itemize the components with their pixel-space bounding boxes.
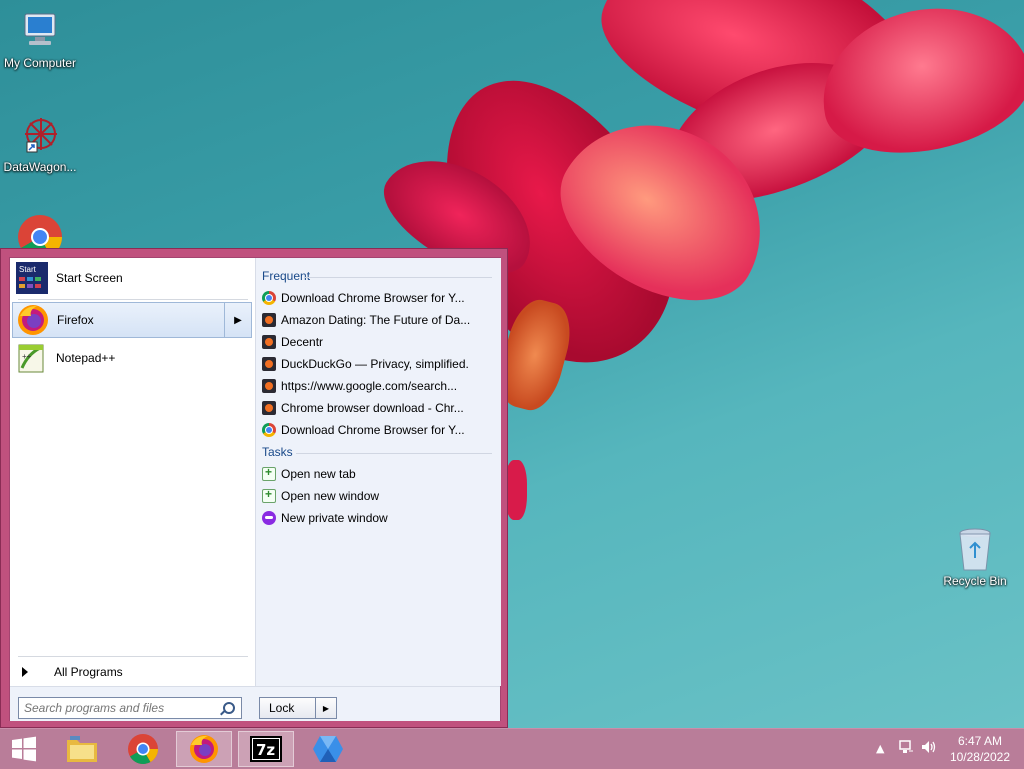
- search-box[interactable]: [18, 697, 242, 719]
- triangle-right-icon: [22, 667, 28, 677]
- start-menu: Start Start Screen Firefox ▶ ++ Notepad+…: [0, 248, 508, 728]
- start-button[interactable]: [0, 731, 48, 767]
- frequent-item[interactable]: Download Chrome Browser for Y...: [262, 420, 494, 440]
- chrome-icon: [262, 291, 276, 305]
- start-menu-footer: Lock ▶: [10, 686, 500, 721]
- tasks-header: Tasks: [262, 445, 293, 459]
- svg-text:Start: Start: [19, 265, 37, 274]
- frequent-item[interactable]: Download Chrome Browser for Y...: [262, 288, 494, 308]
- program-notepad-plus-plus[interactable]: ++ Notepad++: [12, 340, 252, 376]
- frequent-item-label: Chrome browser download - Chr...: [281, 401, 464, 415]
- divider: [296, 453, 492, 454]
- start-menu-programs: Start Start Screen Firefox ▶ ++ Notepad+…: [10, 258, 255, 686]
- system-clock[interactable]: 6:47 AM 10/28/2022: [950, 733, 1010, 765]
- submenu-arrow-icon[interactable]: ▶: [224, 303, 251, 337]
- show-hidden-icons-icon[interactable]: ▲: [876, 742, 884, 755]
- task-label: New private window: [281, 511, 388, 525]
- 7zip-icon: 7z: [250, 736, 282, 762]
- frequent-item-label: https://www.google.com/search...: [281, 379, 458, 393]
- frequent-item[interactable]: https://www.google.com/search...: [262, 376, 494, 396]
- search-input[interactable]: [19, 698, 219, 718]
- taskbar-firefox[interactable]: [176, 731, 232, 767]
- recycle-bin-icon: [952, 526, 998, 572]
- desktop-icon-label: My Computer: [3, 56, 77, 70]
- frequent-item-label: DuckDuckGo — Privacy, simplified.: [281, 357, 469, 371]
- private-window-icon: [262, 511, 276, 525]
- chrome-icon: [262, 423, 276, 437]
- divider: [304, 277, 492, 278]
- app-icon: [313, 736, 343, 762]
- taskbar-file-explorer[interactable]: [54, 731, 110, 767]
- frequent-item[interactable]: Amazon Dating: The Future of Da...: [262, 310, 494, 330]
- taskbar-chrome[interactable]: [115, 731, 171, 767]
- firefox-page-icon: [262, 379, 276, 393]
- lock-button[interactable]: Lock ▶: [259, 697, 337, 719]
- frequent-item-label: Amazon Dating: The Future of Da...: [281, 313, 471, 327]
- divider: [18, 656, 248, 657]
- all-programs-label: All Programs: [54, 665, 123, 679]
- new-tab-icon: [262, 465, 276, 481]
- frequent-item-label: Download Chrome Browser for Y...: [281, 423, 465, 437]
- program-label: Notepad++: [56, 351, 116, 365]
- frequent-item[interactable]: DuckDuckGo — Privacy, simplified.: [262, 354, 494, 374]
- notepad-plus-plus-icon: ++: [16, 342, 48, 374]
- frequent-item[interactable]: Chrome browser download - Chr...: [262, 398, 494, 418]
- wallpaper-petal: [505, 460, 527, 520]
- desktop-icon-recycle-bin[interactable]: Recycle Bin: [935, 526, 1015, 588]
- file-explorer-icon: [67, 736, 97, 762]
- task-label: Open new tab: [281, 467, 356, 481]
- chrome-icon: [128, 734, 158, 765]
- new-window-icon: [262, 487, 276, 503]
- datawagon-icon: [17, 112, 63, 158]
- firefox-page-icon: [262, 401, 276, 415]
- power-options-arrow-icon[interactable]: ▶: [315, 698, 336, 718]
- taskbar-app[interactable]: [300, 731, 356, 767]
- task-label: Open new window: [281, 489, 380, 503]
- clock-date: 10/28/2022: [949, 750, 1010, 764]
- computer-icon: [17, 8, 63, 54]
- firefox-page-icon: [262, 313, 276, 327]
- taskbar-7zip[interactable]: 7z: [238, 731, 294, 767]
- jump-list: Frequent Download Chrome Browser for Y..…: [255, 258, 501, 686]
- lock-label: Lock: [269, 701, 295, 715]
- clock-time: 6:47 AM: [957, 734, 1002, 748]
- firefox-page-icon: [262, 357, 276, 371]
- taskbar: 7z ▲ 6:47 AM 10/28/2022: [0, 728, 1024, 769]
- all-programs-button[interactable]: All Programs: [20, 662, 245, 682]
- volume-icon[interactable]: [920, 739, 938, 758]
- task-new-private-window[interactable]: New private window: [262, 508, 494, 528]
- windows-start-icon: [12, 736, 36, 762]
- program-start-screen[interactable]: Start Start Screen: [12, 260, 252, 296]
- svg-text:++: ++: [22, 352, 32, 361]
- program-label: Start Screen: [56, 271, 123, 285]
- start-menu-panel: Start Start Screen Firefox ▶ ++ Notepad+…: [9, 257, 501, 721]
- firefox-icon: [17, 304, 49, 336]
- svg-text:7z: 7z: [256, 741, 275, 759]
- desktop-icon-label: DataWagon...: [3, 160, 77, 174]
- divider: [18, 299, 248, 300]
- program-label: Firefox: [57, 313, 94, 327]
- frequent-header: Frequent: [262, 269, 311, 283]
- task-open-new-window[interactable]: Open new window: [262, 486, 494, 506]
- frequent-item-label: Decentr: [281, 335, 324, 349]
- frequent-item[interactable]: Decentr: [262, 332, 494, 352]
- firefox-page-icon: [262, 335, 276, 349]
- desktop-icon-label: Recycle Bin: [943, 574, 1007, 588]
- program-firefox[interactable]: Firefox ▶: [12, 302, 252, 338]
- desktop-icon-my-computer[interactable]: My Computer: [0, 8, 80, 70]
- start-screen-icon: Start: [16, 262, 48, 294]
- firefox-icon: [190, 735, 218, 763]
- frequent-item-label: Download Chrome Browser for Y...: [281, 291, 465, 305]
- search-icon: [223, 702, 235, 714]
- task-open-new-tab[interactable]: Open new tab: [262, 464, 494, 484]
- desktop-icon-datawagon[interactable]: DataWagon...: [0, 112, 80, 174]
- network-icon[interactable]: [898, 739, 914, 758]
